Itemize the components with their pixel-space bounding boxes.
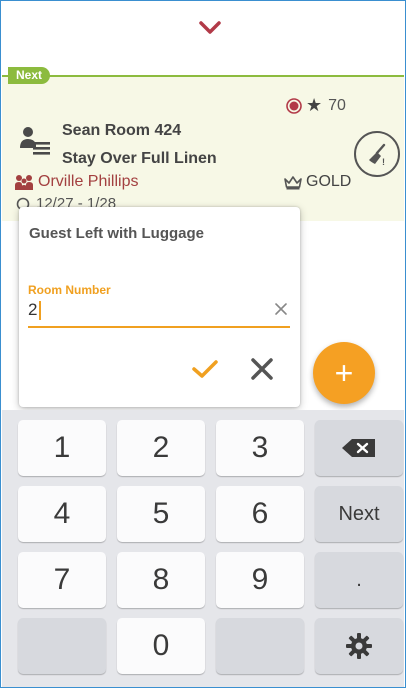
key-4[interactable]: 4 [18,486,106,542]
guests-icon [15,175,33,190]
backspace-icon [342,439,375,457]
key-6[interactable]: 6 [216,486,304,542]
tier-label: GOLD [306,173,352,190]
star-icon: ★ [306,95,323,115]
clean-button[interactable]: ! [354,131,400,177]
dialog-title: Guest Left with Luggage [29,225,204,242]
svg-text:!: ! [382,157,385,167]
task-card[interactable]: Next Sean Room 424 Stay Over Full Linen … [2,67,404,221]
add-button[interactable]: + [313,342,375,404]
app-frame: Next Sean Room 424 Stay Over Full Linen … [0,0,406,688]
backspace-key[interactable] [315,420,403,476]
status-dot-icon [286,97,302,114]
guest-name: Orville Phillips [38,173,139,190]
blank-key-right [216,618,304,674]
next-key[interactable]: Next [315,486,403,542]
key-8[interactable]: 8 [117,552,205,608]
room-number-input[interactable] [28,299,264,321]
key-2[interactable]: 2 [117,420,205,476]
key-1[interactable]: 1 [18,420,106,476]
text-cursor [39,301,41,320]
field-underline [28,326,290,328]
gear-icon [346,633,372,659]
blank-key-left [18,618,106,674]
broom-icon: ! [369,143,386,167]
key-5[interactable]: 5 [117,486,205,542]
assignee-icon [20,127,50,155]
guest-row: Orville Phillips [14,173,138,191]
room-number-label: Room Number [28,283,111,297]
key-7[interactable]: 7 [18,552,106,608]
crown-icon [284,175,302,189]
settings-key[interactable] [315,618,403,674]
next-tag: Next [8,67,51,84]
dot-key[interactable]: . [315,552,403,608]
service-type: Stay Over Full Linen [62,150,217,167]
key-0[interactable]: 0 [117,618,205,674]
numeric-keyboard: 1 2 3 4 5 6 Next 7 8 9 . 0 [2,410,404,687]
tier-row: GOLD [284,173,351,191]
clear-field-icon[interactable] [273,301,289,317]
points-value: 70 [328,96,346,114]
room-title: Sean Room 424 [62,122,182,139]
confirm-button[interactable] [191,357,219,381]
cancel-button[interactable] [249,357,275,381]
loyalty-stats: ★ 70 [286,95,346,116]
guest-left-dialog: Guest Left with Luggage Room Number [19,207,300,407]
chevron-down-icon[interactable] [197,19,223,37]
key-9[interactable]: 9 [216,552,304,608]
card-divider [2,75,404,77]
key-3[interactable]: 3 [216,420,304,476]
